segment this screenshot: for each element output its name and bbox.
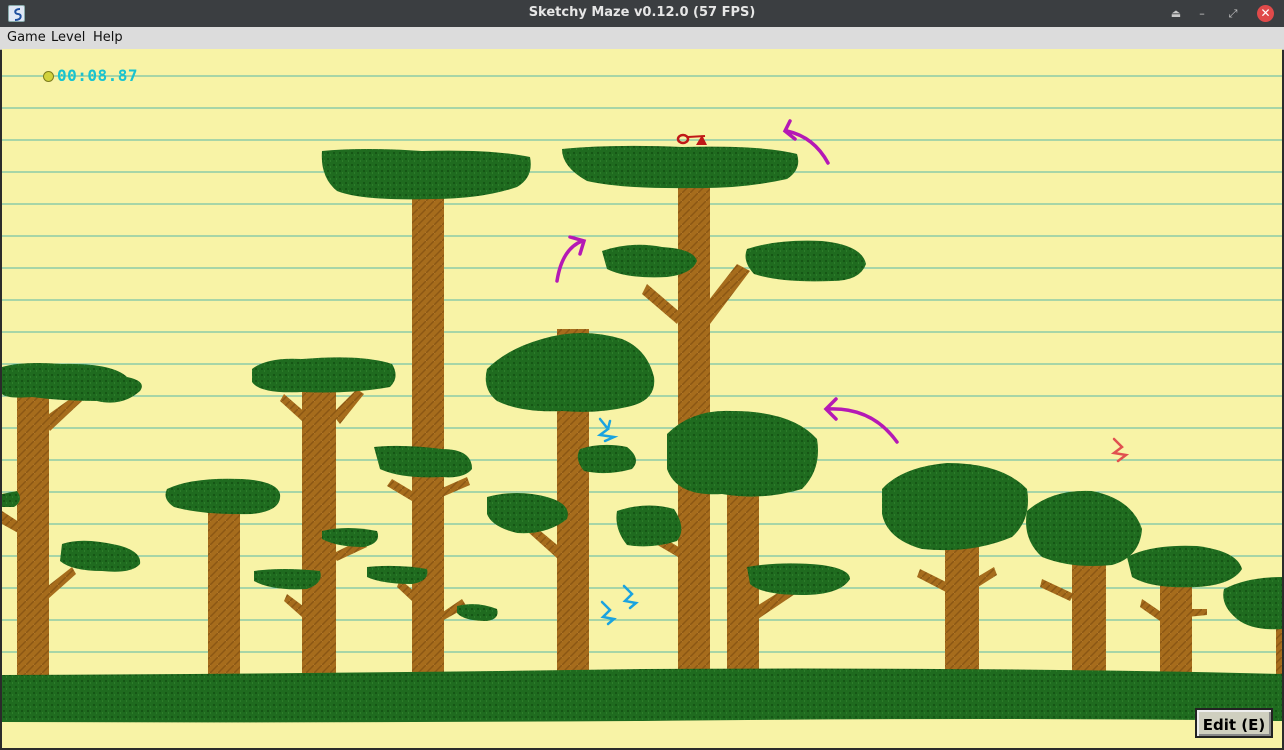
- player-sprite-icon: [596, 417, 619, 443]
- window-title: Sketchy Maze v0.12.0 (57 FPS): [528, 5, 756, 20]
- arrow-left-icon: [823, 397, 899, 444]
- arrow-up-right-icon: [555, 235, 587, 283]
- tree-trunks: [2, 159, 1282, 679]
- close-button[interactable]: ✕: [1257, 5, 1274, 22]
- level-drawing: [2, 75, 1282, 723]
- enemy-sprite-icon: [1110, 437, 1130, 463]
- game-canvas[interactable]: 00:08.87 Edit (E): [2, 49, 1282, 748]
- menu-help[interactable]: Help: [93, 30, 123, 45]
- minimize-button[interactable]: –: [1193, 5, 1211, 23]
- menu-level[interactable]: Level: [51, 30, 85, 45]
- menubar: Game Level Help: [0, 27, 1284, 50]
- player-sprite-icon: [622, 584, 639, 610]
- edit-button[interactable]: Edit (E): [1195, 708, 1273, 738]
- player-sprite-icon: [600, 600, 617, 626]
- eject-icon[interactable]: ⏏: [1167, 5, 1185, 23]
- window-titlebar[interactable]: Sketchy Maze v0.12.0 (57 FPS) ⏏ – ⤢ ✕: [0, 0, 1284, 27]
- restore-button[interactable]: ⤢: [1224, 5, 1242, 23]
- status-dot-icon: [43, 71, 54, 82]
- menu-game[interactable]: Game: [7, 30, 46, 45]
- tree-canopies: [2, 145, 1282, 630]
- elapsed-timer: 00:08.87: [57, 66, 139, 85]
- ground: [2, 668, 1282, 723]
